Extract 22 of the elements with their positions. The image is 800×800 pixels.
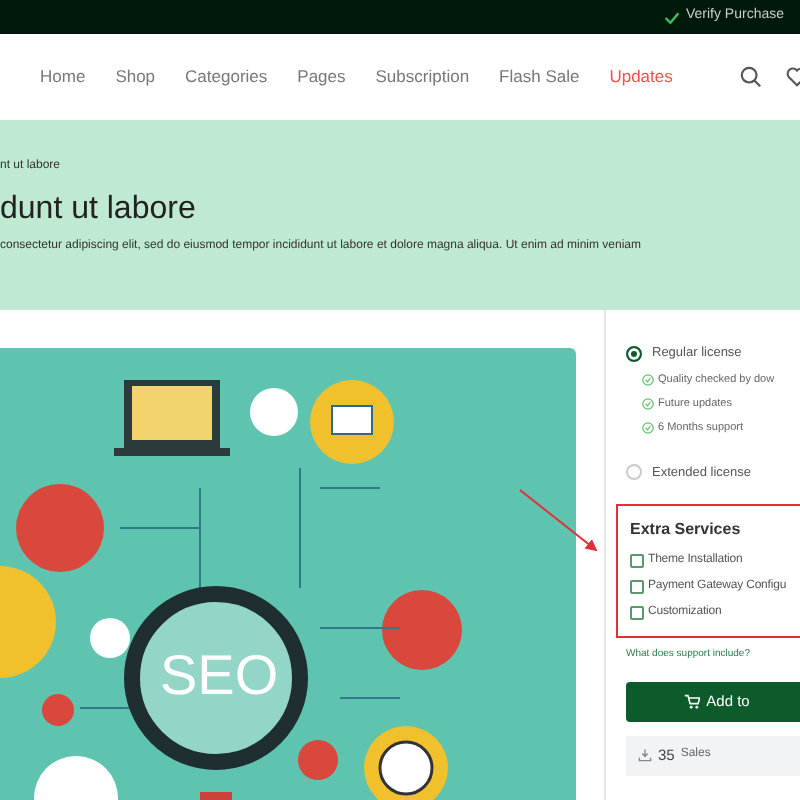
search-icon[interactable]	[740, 66, 762, 88]
nav-link[interactable]: Pages	[297, 64, 346, 90]
service-checkbox[interactable]	[630, 580, 644, 595]
nav-link[interactable]: Subscription	[375, 64, 470, 90]
check-circle-icon	[642, 398, 654, 411]
check-circle-icon	[642, 373, 654, 386]
check-circle-icon	[642, 422, 654, 435]
nav-link[interactable]: Categories	[185, 64, 268, 90]
cart-icon	[684, 693, 701, 710]
license-radio[interactable]	[626, 345, 642, 362]
nav-link[interactable]: Flash Sale	[499, 64, 580, 90]
seo-label: SEO	[160, 644, 279, 708]
extra-services-title: Extra Services	[630, 518, 743, 543]
page-title: dunt ut labore	[0, 192, 198, 228]
nav-link[interactable]: Shop	[115, 64, 156, 90]
service-checkbox[interactable]	[630, 554, 644, 569]
download-icon	[638, 748, 652, 763]
nav-link[interactable]: Updates	[609, 64, 673, 90]
pointer-arrow	[519, 489, 598, 552]
service-checkbox[interactable]	[630, 606, 644, 621]
nav-link[interactable]: Home	[40, 64, 86, 90]
check-icon	[663, 9, 680, 25]
